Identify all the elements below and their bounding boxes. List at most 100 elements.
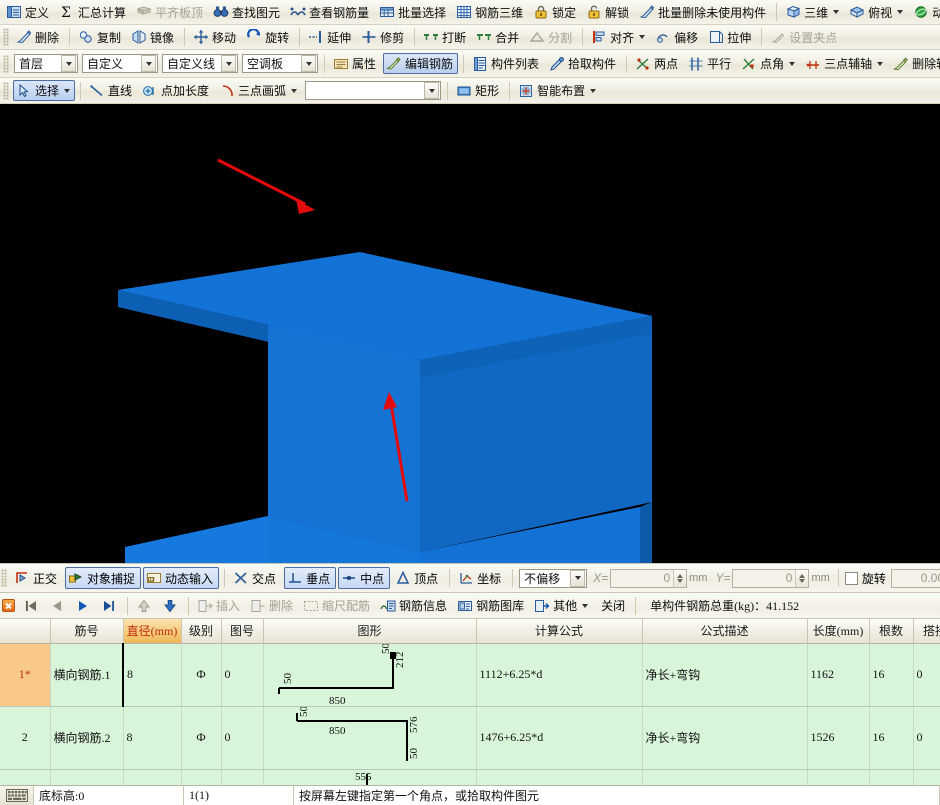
- rotate-checkbox[interactable]: [845, 572, 858, 585]
- smart-layout-button[interactable]: 智能布置: [515, 80, 601, 101]
- cell-diameter[interactable]: 8: [123, 769, 181, 785]
- col-header-formula[interactable]: 计算公式: [476, 619, 642, 643]
- cursor-select-button[interactable]: 选择: [13, 80, 75, 101]
- properties-button[interactable]: 属性: [330, 53, 381, 74]
- point-length-button[interactable]: 点加长度: [139, 80, 214, 101]
- merge-button[interactable]: 合并: [473, 27, 524, 48]
- component-list-button[interactable]: 构件列表: [469, 53, 544, 74]
- chevron-down-icon[interactable]: [789, 62, 795, 66]
- two-point-button[interactable]: 两点: [632, 53, 683, 74]
- toolbar-grip[interactable]: [3, 82, 9, 100]
- unlock-button[interactable]: 解锁: [583, 2, 634, 23]
- sigma-button[interactable]: Σ汇总计算: [56, 2, 131, 23]
- prev-record-button[interactable]: [46, 595, 70, 616]
- first-record-button[interactable]: [20, 595, 44, 616]
- chevron-down-icon[interactable]: [61, 55, 76, 72]
- rebar-library-button[interactable]: 钢筋图库: [454, 595, 529, 616]
- col-header-shape[interactable]: 图形: [263, 619, 476, 643]
- other-button[interactable]: 其他: [531, 595, 593, 616]
- chevron-down-icon[interactable]: [570, 570, 585, 587]
- combo-offset-mode[interactable]: 不偏移: [519, 569, 587, 588]
- combo-arc-mode[interactable]: [305, 81, 441, 100]
- vertex-snap-toggle[interactable]: 顶点: [392, 567, 444, 589]
- batch-select-button[interactable]: 批量选择: [376, 2, 451, 23]
- combo-component[interactable]: 空调板: [242, 54, 318, 73]
- toolbar-grip[interactable]: [3, 55, 9, 73]
- table-row[interactable]: 1*横向钢筋.18Ф0 50 50 212 850 1112+6.25*d净长+…: [0, 643, 940, 706]
- chevron-down-icon[interactable]: [424, 82, 439, 99]
- coordinate-toggle[interactable]: 坐标: [455, 567, 507, 589]
- intersection-snap-toggle[interactable]: 交点: [230, 567, 282, 589]
- chevron-down-icon[interactable]: [221, 55, 236, 72]
- cell-diameter[interactable]: 8: [123, 643, 181, 706]
- chevron-down-icon[interactable]: [897, 10, 903, 14]
- rebar-table[interactable]: 筋号直径(mm)级别图号图形计算公式公式描述长度(mm)根数搭接损耗1*横向钢筋…: [0, 619, 940, 785]
- midpoint-snap-toggle[interactable]: 中点: [338, 567, 390, 589]
- mirror-button[interactable]: 镜像: [128, 27, 179, 48]
- combo-custom-line[interactable]: 自定义线: [162, 54, 238, 73]
- rebar-info-button[interactable]: 钢筋信息: [377, 595, 452, 616]
- col-header-length[interactable]: 长度(mm): [807, 619, 869, 643]
- move-up-button[interactable]: [133, 595, 157, 616]
- extend-button[interactable]: 延伸: [305, 27, 356, 48]
- copy-button[interactable]: 复制: [75, 27, 126, 48]
- chevron-down-icon[interactable]: [639, 35, 645, 39]
- chevron-down-icon[interactable]: [590, 89, 596, 93]
- point-angle-button[interactable]: 点角: [738, 53, 800, 74]
- rotate-input[interactable]: 0.000: [891, 569, 940, 588]
- offset-x-input[interactable]: 0: [610, 569, 687, 588]
- trim-button[interactable]: 修剪: [358, 27, 409, 48]
- col-header-count[interactable]: 根数: [869, 619, 913, 643]
- toolbar-grip[interactable]: [1, 569, 7, 587]
- offset-button[interactable]: 偏移: [652, 27, 703, 48]
- object-snap-toggle[interactable]: 对象捕捉: [65, 567, 141, 589]
- move-down-button[interactable]: [159, 595, 183, 616]
- col-header-diameter[interactable]: 直径(mm): [123, 619, 181, 643]
- rotate-button[interactable]: 旋转: [243, 27, 294, 48]
- parallel-button[interactable]: 平行: [685, 53, 736, 74]
- chevron-down-icon[interactable]: [64, 89, 70, 93]
- table-row[interactable]: 2横向钢筋.28Ф0 50 850 576 50 1476+6.25*d净长+弯…: [0, 706, 940, 769]
- three-point-axis-button[interactable]: 三点辅轴: [802, 53, 888, 74]
- delete-button[interactable]: 删除: [13, 27, 64, 48]
- toolbar-grip[interactable]: [3, 28, 9, 46]
- chevron-down-icon[interactable]: [833, 10, 839, 14]
- line-button[interactable]: 直线: [86, 80, 137, 101]
- break-button[interactable]: 打断: [420, 27, 471, 48]
- delete-axis-button[interactable]: 删除辅轴: [890, 53, 940, 74]
- rectangle-button[interactable]: 矩形: [453, 80, 504, 101]
- dynamic-input-toggle[interactable]: 12动态输入: [143, 567, 219, 589]
- col-header-name[interactable]: 筋号: [50, 619, 123, 643]
- 3d-viewport[interactable]: Z: [0, 104, 940, 563]
- combo-custom-type[interactable]: 自定义: [82, 54, 158, 73]
- offset-x-stepper[interactable]: [673, 570, 686, 587]
- three-point-arc-button[interactable]: 三点画弧: [216, 80, 302, 101]
- table-row[interactable]: 3横向钢筋.38Ф0 555 50 6.25*d+1*686弯钩+净长73616…: [0, 769, 940, 785]
- move-button[interactable]: 移动: [190, 27, 241, 48]
- col-header-drawno[interactable]: 图号: [221, 619, 263, 643]
- combo-floor[interactable]: 首层: [14, 54, 78, 73]
- binoculars-button[interactable]: 查找图元: [210, 2, 285, 23]
- orbit-button[interactable]: 动态观察: [910, 2, 940, 23]
- close-panel-icon[interactable]: [2, 599, 15, 612]
- pick-component-button[interactable]: 拾取构件: [546, 53, 621, 74]
- define-button[interactable]: 定义: [3, 2, 54, 23]
- next-record-button[interactable]: [72, 595, 96, 616]
- chevron-down-icon[interactable]: [301, 55, 316, 72]
- stretch-button[interactable]: 拉伸: [705, 27, 756, 48]
- view-rebar-qty-button[interactable]: 查看钢筋量: [287, 2, 374, 23]
- offset-y-input[interactable]: 0: [732, 569, 809, 588]
- col-header-rownum[interactable]: [0, 619, 50, 643]
- col-header-lap[interactable]: 搭接: [913, 619, 940, 643]
- ortho-toggle[interactable]: 正交: [11, 567, 63, 589]
- top-view-button[interactable]: 俯视: [846, 2, 908, 23]
- offset-y-stepper[interactable]: [795, 570, 808, 587]
- col-header-desc[interactable]: 公式描述: [642, 619, 807, 643]
- cell-diameter[interactable]: 8: [123, 706, 181, 769]
- chevron-down-icon[interactable]: [877, 62, 883, 66]
- cube-3d-button[interactable]: 三维: [782, 2, 844, 23]
- perpendicular-snap-toggle[interactable]: 垂点: [284, 567, 336, 589]
- align-button[interactable]: 对齐: [588, 27, 650, 48]
- batch-delete-button[interactable]: 批量删除未使用构件: [636, 2, 771, 23]
- lock-button[interactable]: 锁定: [530, 2, 581, 23]
